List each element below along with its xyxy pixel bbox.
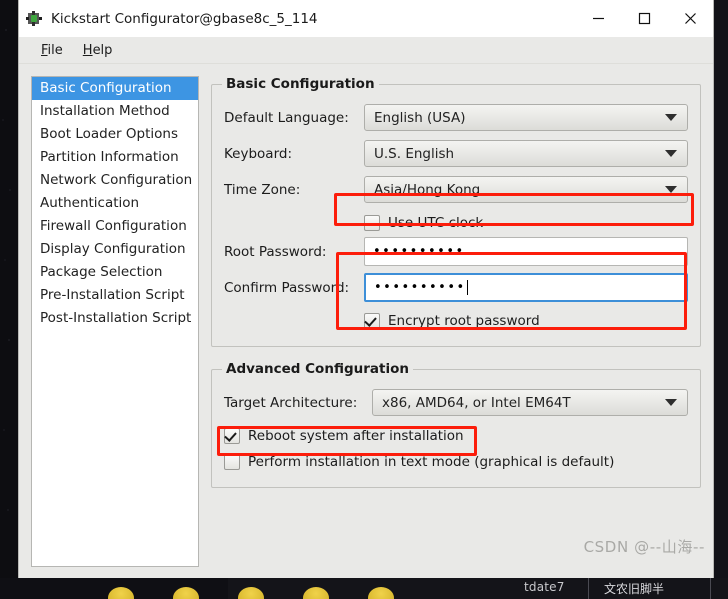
confirm-password-input[interactable]: •••••••••• — [364, 273, 688, 302]
text-caret — [466, 280, 468, 295]
sidebar-item-display-configuration[interactable]: Display Configuration — [32, 238, 198, 261]
root-password-label: Root Password: — [224, 243, 327, 260]
taskbar-separator — [588, 578, 589, 599]
chevron-down-icon — [665, 150, 677, 157]
window-controls — [575, 0, 713, 37]
root-password-input[interactable]: •••••••••• — [364, 237, 688, 266]
chevron-down-icon — [665, 186, 677, 193]
sidebar-item-label: Partition Information — [40, 149, 179, 165]
sidebar-item-label: Post-Installation Script — [40, 310, 192, 326]
target-architecture-select[interactable]: x86, AMD64, or Intel EM64T — [372, 389, 688, 416]
basic-configuration-group: Basic Configuration Default Language: En… — [211, 76, 701, 347]
desktop-right-strip — [714, 0, 728, 599]
text-mode-install-label: Perform installation in text mode (graph… — [248, 454, 615, 470]
use-utc-clock-row: Use UTC clock — [224, 210, 688, 236]
keyboard-select[interactable]: U.S. English — [364, 140, 688, 167]
default-language-row: Default Language: English (USA) — [224, 102, 688, 133]
use-utc-clock-checkbox[interactable] — [364, 215, 380, 231]
confirm-password-value: •••••••••• — [374, 280, 466, 295]
menu-file-label: ile — [47, 42, 63, 58]
sidebar-item-network-configuration[interactable]: Network Configuration — [32, 169, 198, 192]
window-title: Kickstart Configurator@gbase8c_5_114 — [51, 10, 318, 27]
time-zone-select[interactable]: Asia/Hong Kong — [364, 176, 688, 203]
keyboard-row: Keyboard: U.S. English — [224, 138, 688, 169]
window-titlebar: Kickstart Configurator@gbase8c_5_114 — [19, 0, 713, 37]
encrypt-root-password-checkbox[interactable] — [364, 313, 380, 329]
section-list-sidebar[interactable]: Basic Configuration Installation Method … — [31, 76, 199, 567]
default-language-value: English (USA) — [374, 109, 466, 126]
taskbar-app-icon[interactable] — [303, 587, 329, 599]
sidebar-item-label: Package Selection — [40, 264, 163, 280]
confirm-password-label: Confirm Password: — [224, 279, 350, 296]
taskbar-partial-text: tdate7 — [524, 580, 565, 594]
reboot-after-install-row: Reboot system after installation — [224, 423, 688, 449]
sidebar-item-boot-loader-options[interactable]: Boot Loader Options — [32, 123, 198, 146]
keyboard-value: U.S. English — [374, 145, 455, 162]
sidebar-item-label: Network Configuration — [40, 172, 193, 188]
csdn-watermark: CSDN @--山海-- — [583, 538, 705, 556]
sidebar-item-label: Firewall Configuration — [40, 218, 187, 234]
default-language-select[interactable]: English (USA) — [364, 104, 688, 131]
time-zone-value: Asia/Hong Kong — [374, 181, 481, 198]
sidebar-item-label: Authentication — [40, 195, 140, 211]
sidebar-item-package-selection[interactable]: Package Selection — [32, 261, 198, 284]
sidebar-item-label: Boot Loader Options — [40, 126, 178, 142]
keyboard-label: Keyboard: — [224, 145, 293, 162]
app-icon — [25, 10, 43, 28]
desktop-left-strip — [0, 0, 18, 599]
text-mode-install-checkbox[interactable] — [224, 454, 240, 470]
sidebar-item-pre-installation-script[interactable]: Pre-Installation Script — [32, 284, 198, 307]
sidebar-item-label: Installation Method — [40, 103, 170, 119]
kickstart-configurator-window: Kickstart Configurator@gbase8c_5_114 Fil… — [18, 0, 714, 580]
menu-help[interactable]: Help — [73, 41, 123, 60]
window-body: Basic Configuration Installation Method … — [19, 64, 713, 579]
use-utc-clock-label: Use UTC clock — [388, 215, 484, 231]
root-password-value: •••••••••• — [373, 244, 465, 259]
basic-configuration-legend: Basic Configuration — [226, 76, 375, 92]
minimize-icon — [592, 17, 604, 20]
sidebar-item-installation-method[interactable]: Installation Method — [32, 100, 198, 123]
menu-file[interactable]: File — [31, 41, 73, 60]
chevron-down-icon — [665, 114, 677, 121]
target-architecture-value: x86, AMD64, or Intel EM64T — [382, 394, 571, 411]
settings-content: Basic Configuration Default Language: En… — [211, 76, 701, 567]
menubar: File Help — [19, 37, 713, 64]
sidebar-item-post-installation-script[interactable]: Post-Installation Script — [32, 307, 198, 330]
chevron-down-icon — [665, 399, 677, 406]
sidebar-item-label: Basic Configuration — [40, 80, 172, 96]
time-zone-row: Time Zone: Asia/Hong Kong — [224, 174, 688, 205]
desktop-taskbar[interactable]: tdate7 文农旧脚半 — [0, 578, 728, 599]
time-zone-label: Time Zone: — [224, 181, 301, 198]
encrypt-root-password-row: Encrypt root password — [224, 308, 688, 334]
maximize-button[interactable] — [621, 0, 667, 37]
sidebar-item-label: Display Configuration — [40, 241, 186, 257]
confirm-password-row: Confirm Password: •••••••••• — [224, 272, 688, 303]
close-icon — [684, 13, 696, 24]
taskbar-app-icon[interactable] — [368, 587, 394, 599]
sidebar-item-authentication[interactable]: Authentication — [32, 192, 198, 215]
taskbar-cjk-text: 文农旧脚半 — [604, 582, 665, 596]
reboot-after-install-checkbox[interactable] — [224, 428, 240, 444]
advanced-configuration-group: Advanced Configuration Target Architectu… — [211, 361, 701, 488]
reboot-after-install-label: Reboot system after installation — [248, 428, 464, 444]
taskbar-app-icon[interactable] — [238, 587, 264, 599]
target-architecture-label: Target Architecture: — [224, 394, 358, 411]
sidebar-item-label: Pre-Installation Script — [40, 287, 185, 303]
default-language-label: Default Language: — [224, 109, 349, 126]
advanced-configuration-legend: Advanced Configuration — [226, 361, 409, 377]
sidebar-item-basic-configuration[interactable]: Basic Configuration — [32, 77, 198, 100]
sidebar-item-firewall-configuration[interactable]: Firewall Configuration — [32, 215, 198, 238]
minimize-button[interactable] — [575, 0, 621, 37]
menu-help-label: elp — [92, 42, 113, 58]
encrypt-root-password-label: Encrypt root password — [388, 313, 540, 329]
taskbar-separator — [710, 578, 711, 599]
target-architecture-row: Target Architecture: x86, AMD64, or Inte… — [224, 387, 688, 418]
text-mode-install-row: Perform installation in text mode (graph… — [224, 449, 688, 475]
root-password-row: Root Password: •••••••••• — [224, 236, 688, 267]
sidebar-item-partition-information[interactable]: Partition Information — [32, 146, 198, 169]
close-button[interactable] — [667, 0, 713, 37]
maximize-icon — [638, 12, 650, 25]
